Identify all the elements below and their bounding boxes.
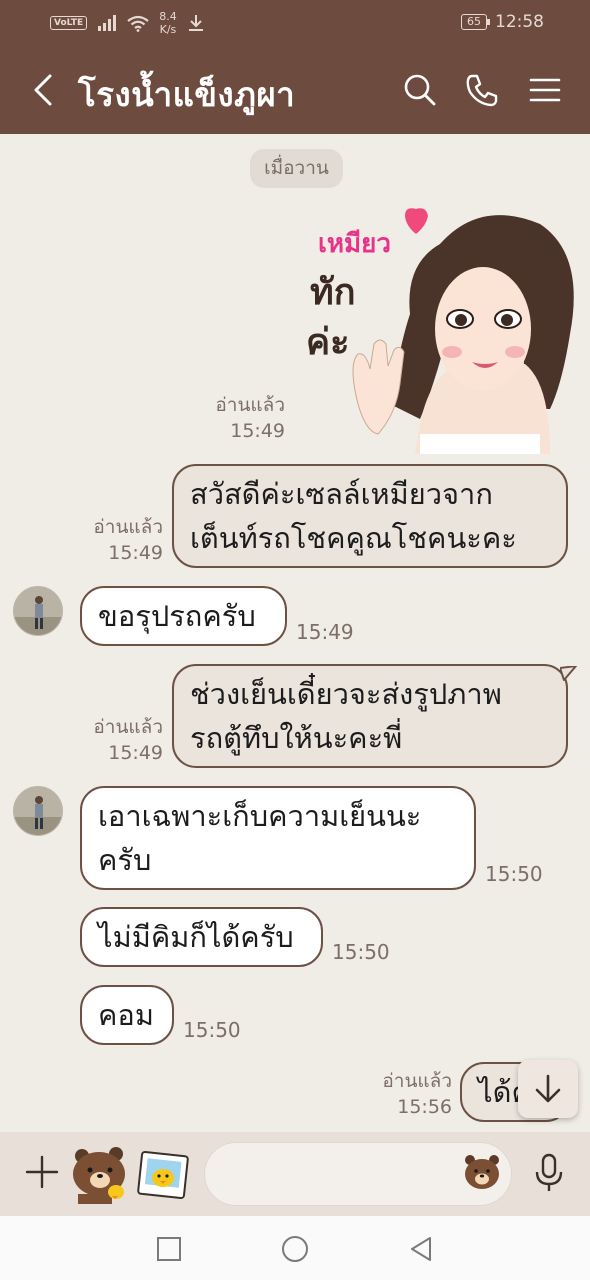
- status-time: 12:58: [495, 12, 544, 32]
- search-icon[interactable]: [402, 72, 438, 108]
- scroll-to-bottom-button[interactable]: [518, 1060, 578, 1118]
- sticker-word-3: ค่ะ: [306, 322, 349, 363]
- incoming-message-bubble[interactable]: ขอรุปรถครับ: [80, 586, 287, 646]
- net-speed-value: 8.4: [159, 10, 177, 23]
- mic-icon[interactable]: [530, 1152, 568, 1194]
- arrow-down-icon: [535, 1074, 561, 1103]
- message-input-bar: [0, 1132, 590, 1216]
- incoming-message-bubble[interactable]: เอาเฉพาะเก็บความเย็นนะ ครับ: [80, 786, 476, 890]
- read-receipt: อ่านแล้ว: [93, 516, 163, 538]
- message-line: คอม: [98, 998, 154, 1032]
- status-left: VoLTE 8.4 K/s: [50, 10, 205, 36]
- status-right: 65 12:58: [461, 12, 544, 32]
- message-time: 15:49: [230, 420, 285, 442]
- read-receipt: อ่านแล้ว: [215, 394, 285, 416]
- incoming-message-bubble[interactable]: ไม่มีคิมก็ได้ครับ: [80, 907, 323, 967]
- message-time: 15:49: [108, 742, 163, 764]
- message-meta: อ่านแล้ว 15:56: [382, 1068, 452, 1120]
- signal-icon: [98, 15, 117, 31]
- chat-area[interactable]: เมื่อวาน เหมียว ทัก ค่ะ อ่านแล้ว 15:49 อ…: [0, 134, 590, 1132]
- message-time: 15:49: [108, 542, 163, 564]
- square-icon[interactable]: [154, 1234, 184, 1264]
- message-time: 15:56: [397, 1096, 452, 1118]
- sticker-word-1: เหมียว: [318, 229, 391, 259]
- message-line: เต็นท์รถโชคคูณโชคนะคะ: [190, 521, 517, 555]
- emoji-icon[interactable]: [462, 1152, 502, 1192]
- message-time: 15:50: [183, 1018, 241, 1042]
- incoming-message-bubble[interactable]: คอม: [80, 985, 174, 1045]
- message-line: ไม่มีคิมก็ได้ครับ: [98, 920, 294, 954]
- sticker-icon[interactable]: [70, 1144, 130, 1204]
- message-line: ช่วงเย็นเดี๋ยวจะส่งรูปภาพ: [190, 677, 502, 711]
- status-bar: VoLTE 8.4 K/s 65 12:58: [0, 0, 590, 46]
- battery-indicator: 65: [461, 14, 490, 30]
- message-line: ขอรุปรถครับ: [98, 599, 256, 633]
- chevron-left-icon[interactable]: [26, 70, 60, 110]
- download-icon: [188, 15, 203, 31]
- message-line: เอาเฉพาะเก็บความเย็นนะ: [98, 799, 422, 833]
- sticker-image[interactable]: เหมียว ทัก ค่ะ: [300, 204, 580, 454]
- message-meta: อ่านแล้ว 15:49: [93, 514, 163, 566]
- plus-icon[interactable]: [24, 1154, 60, 1190]
- avatar[interactable]: [13, 586, 63, 636]
- sticker-word-2: ทัก: [310, 272, 356, 313]
- avatar[interactable]: [13, 786, 63, 836]
- message-line: ครับ: [98, 843, 152, 877]
- message-time: 15:49: [296, 620, 354, 644]
- message-line: สวัสดีค่ะเซลล์เหมียวจาก: [190, 477, 493, 511]
- date-divider: เมื่อวาน: [250, 149, 343, 188]
- outgoing-message-bubble[interactable]: สวัสดีค่ะเซลล์เหมียวจาก เต็นท์รถโชคคูณโช…: [172, 464, 568, 568]
- triangle-back-icon[interactable]: [406, 1234, 436, 1264]
- net-speed: 8.4 K/s: [159, 10, 177, 36]
- net-speed-unit: K/s: [159, 23, 177, 36]
- message-meta: อ่านแล้ว 15:49: [215, 392, 285, 444]
- chat-header: โรงน้ำแข็งภูผา: [0, 46, 590, 134]
- phone-icon[interactable]: [464, 72, 500, 108]
- volte-badge: VoLTE: [50, 16, 88, 30]
- message-time: 15:50: [485, 862, 543, 886]
- menu-icon[interactable]: [527, 72, 563, 108]
- bubble-tail: [560, 666, 577, 681]
- photo-icon[interactable]: [136, 1148, 190, 1202]
- message-time: 15:50: [332, 940, 390, 964]
- chat-title: โรงน้ำแข็งภูผา: [78, 75, 296, 114]
- wifi-icon: [127, 15, 149, 32]
- message-meta: อ่านแล้ว 15:49: [93, 714, 163, 766]
- circle-icon[interactable]: [280, 1234, 310, 1264]
- read-receipt: อ่านแล้ว: [93, 716, 163, 738]
- message-line: รถตู้ทึบให้นะคะพี่: [190, 721, 403, 755]
- outgoing-message-bubble[interactable]: ช่วงเย็นเดี๋ยวจะส่งรูปภาพ รถตู้ทึบให้นะค…: [172, 664, 568, 768]
- read-receipt: อ่านแล้ว: [382, 1070, 452, 1092]
- system-nav-bar: [0, 1216, 590, 1280]
